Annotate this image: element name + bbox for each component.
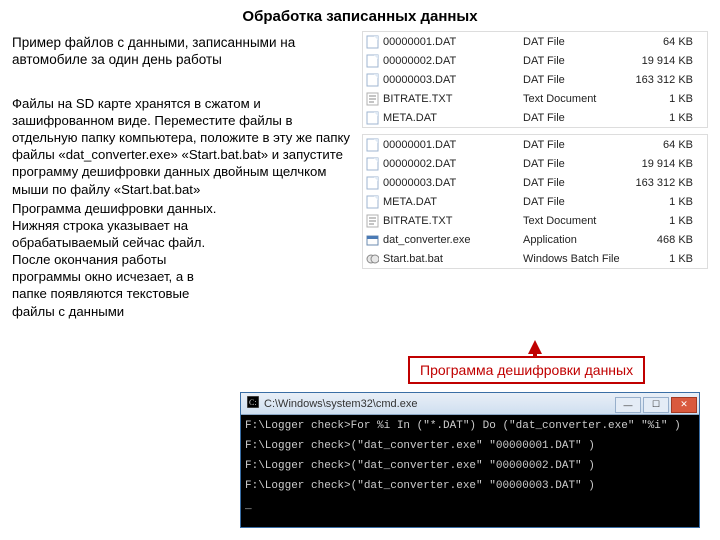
file-type: Application: [523, 234, 631, 246]
file-icon: [366, 157, 379, 171]
file-row[interactable]: BITRATE.TXTText Document1 KB: [363, 89, 707, 108]
application-icon: [366, 233, 379, 247]
paragraph-3: Программа дешифровки данных. Нижняя стро…: [12, 200, 227, 320]
console-line: _: [245, 499, 695, 513]
file-name: BITRATE.TXT: [381, 93, 523, 105]
page-title: Обработка записанных данных: [0, 0, 720, 31]
console-line: F:\Logger check>For %i In ("*.DAT") Do (…: [245, 419, 695, 433]
svg-text:C:: C:: [249, 398, 257, 407]
file-name: META.DAT: [381, 196, 523, 208]
file-size: 163 312 KB: [631, 177, 699, 189]
file-type: DAT File: [523, 158, 631, 170]
file-type: DAT File: [523, 74, 631, 86]
file-type: DAT File: [523, 196, 631, 208]
right-column: 00000001.DATDAT File64 KB00000002.DATDAT…: [362, 31, 708, 320]
close-button[interactable]: ✕: [671, 397, 697, 413]
file-name: 00000001.DAT: [381, 36, 523, 48]
cmd-body: F:\Logger check>For %i In ("*.DAT") Do (…: [241, 415, 699, 517]
console-line: F:\Logger check>("dat_converter.exe" "00…: [245, 479, 695, 493]
file-name: META.DAT: [381, 112, 523, 124]
file-name: 00000002.DAT: [381, 55, 523, 67]
cmd-icon: C:: [247, 396, 259, 411]
file-name: 00000003.DAT: [381, 177, 523, 189]
file-type: Windows Batch File: [523, 253, 631, 265]
file-icon: [366, 138, 379, 152]
arrow-callout-icon: [528, 340, 542, 358]
file-size: 1 KB: [631, 253, 699, 265]
file-size: 163 312 KB: [631, 74, 699, 86]
file-name: 00000001.DAT: [381, 139, 523, 151]
file-type: DAT File: [523, 55, 631, 67]
paragraph-2: Файлы на SD карте хранятся в сжатом и за…: [12, 95, 352, 198]
file-icon: [366, 73, 379, 87]
file-size: 1 KB: [631, 112, 699, 124]
file-size: 64 KB: [631, 36, 699, 48]
file-icon: [366, 195, 379, 209]
text-file-icon: [366, 92, 379, 106]
file-row[interactable]: 00000001.DATDAT File64 KB: [363, 135, 707, 154]
file-row[interactable]: META.DATDAT File1 KB: [363, 192, 707, 211]
paragraph-1: Пример файлов с данными, записанными на …: [12, 31, 352, 69]
file-icon: [366, 54, 379, 68]
file-icon: [366, 111, 379, 125]
file-list-1: 00000001.DATDAT File64 KB00000002.DATDAT…: [362, 31, 708, 128]
cmd-window[interactable]: C: C:\Windows\system32\cmd.exe — ☐ ✕ F:\…: [240, 392, 700, 528]
file-row[interactable]: 00000002.DATDAT File19 914 KB: [363, 51, 707, 70]
file-row[interactable]: Start.bat.batWindows Batch File1 KB: [363, 249, 707, 268]
file-name: dat_converter.exe: [381, 234, 523, 246]
batch-file-icon: [366, 252, 379, 266]
file-size: 19 914 KB: [631, 55, 699, 67]
file-name: 00000002.DAT: [381, 158, 523, 170]
file-size: 64 KB: [631, 139, 699, 151]
file-size: 468 KB: [631, 234, 699, 246]
file-size: 19 914 KB: [631, 158, 699, 170]
file-name: BITRATE.TXT: [381, 215, 523, 227]
file-list-2: 00000001.DATDAT File64 KB00000002.DATDAT…: [362, 134, 708, 269]
window-buttons: — ☐ ✕: [615, 395, 699, 413]
file-name: 00000003.DAT: [381, 74, 523, 86]
console-line: F:\Logger check>("dat_converter.exe" "00…: [245, 459, 695, 473]
file-row[interactable]: 00000003.DATDAT File163 312 KB: [363, 173, 707, 192]
maximize-button[interactable]: ☐: [643, 397, 669, 413]
file-type: DAT File: [523, 139, 631, 151]
file-size: 1 KB: [631, 215, 699, 227]
callout-decrypt-program: Программа дешифровки данных: [408, 356, 645, 384]
cmd-title: C:\Windows\system32\cmd.exe: [264, 398, 417, 410]
console-line: F:\Logger check>("dat_converter.exe" "00…: [245, 439, 695, 453]
left-column: Пример файлов с данными, записанными на …: [12, 31, 352, 320]
file-row[interactable]: 00000001.DATDAT File64 KB: [363, 32, 707, 51]
file-icon: [366, 176, 379, 190]
file-type: DAT File: [523, 36, 631, 48]
file-row[interactable]: META.DATDAT File1 KB: [363, 108, 707, 127]
file-size: 1 KB: [631, 196, 699, 208]
file-type: Text Document: [523, 215, 631, 227]
file-name: Start.bat.bat: [381, 253, 523, 265]
file-type: DAT File: [523, 177, 631, 189]
file-row[interactable]: BITRATE.TXTText Document1 KB: [363, 211, 707, 230]
minimize-button[interactable]: —: [615, 397, 641, 413]
file-row[interactable]: dat_converter.exeApplication468 KB: [363, 230, 707, 249]
file-row[interactable]: 00000002.DATDAT File19 914 KB: [363, 154, 707, 173]
text-file-icon: [366, 214, 379, 228]
file-type: DAT File: [523, 112, 631, 124]
cmd-titlebar: C: C:\Windows\system32\cmd.exe — ☐ ✕: [241, 393, 699, 415]
file-size: 1 KB: [631, 93, 699, 105]
file-icon: [366, 35, 379, 49]
main-layout: Пример файлов с данными, записанными на …: [0, 31, 720, 320]
file-type: Text Document: [523, 93, 631, 105]
file-row[interactable]: 00000003.DATDAT File163 312 KB: [363, 70, 707, 89]
